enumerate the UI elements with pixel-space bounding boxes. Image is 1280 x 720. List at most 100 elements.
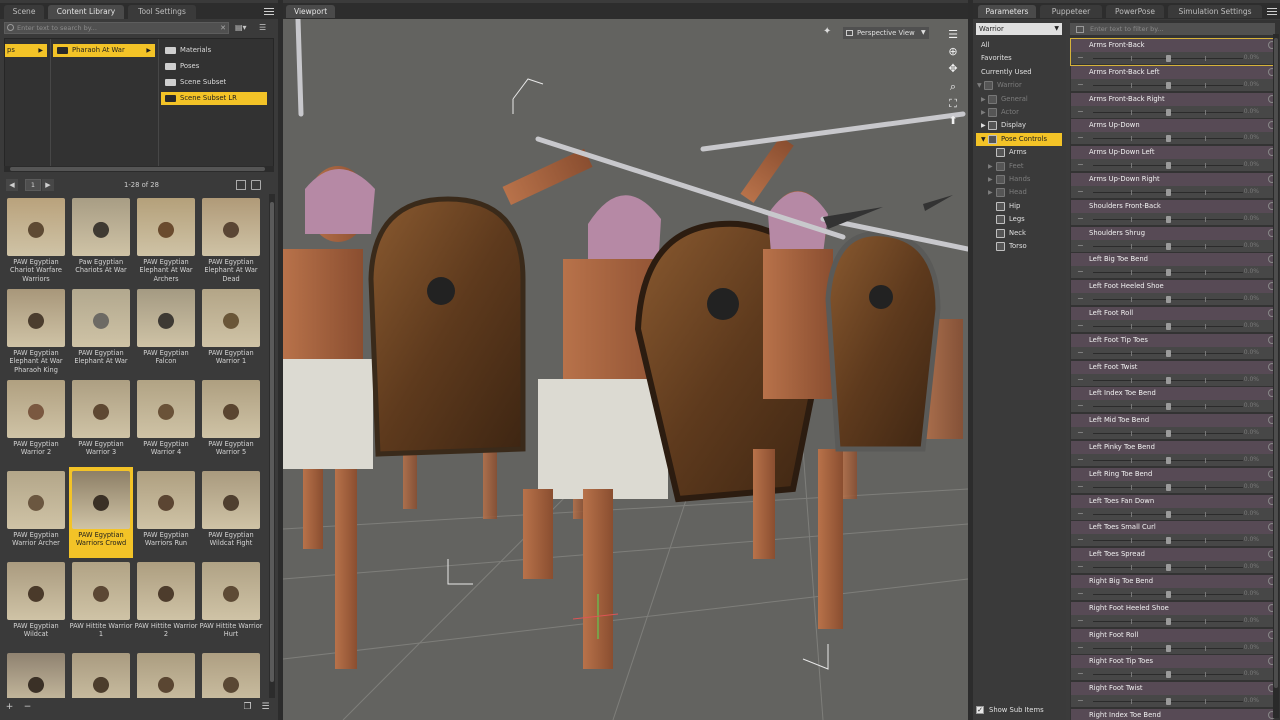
property-slider[interactable]: Right Foot Roll − 0.0% — [1071, 628, 1276, 655]
property-value[interactable]: 0.0% — [1244, 213, 1259, 225]
chevron-right-icon[interactable]: ▶ — [988, 173, 993, 186]
slider-track[interactable]: − 0.0% — [1071, 212, 1273, 225]
property-value[interactable]: 0.0% — [1244, 347, 1259, 359]
slider-track[interactable]: − 0.0% — [1071, 614, 1273, 627]
chevron-down-icon[interactable]: ▼ — [981, 133, 986, 146]
tree-item-favorites[interactable]: Favorites — [976, 52, 1062, 65]
content-item[interactable]: PAW Egyptian Warrior 3 — [69, 376, 133, 467]
pan-icon[interactable]: ✥ — [946, 62, 960, 76]
property-value[interactable]: 0.0% — [1244, 615, 1259, 627]
property-value[interactable]: 0.0% — [1244, 240, 1259, 252]
slider-knob[interactable] — [1166, 269, 1171, 277]
content-item[interactable] — [69, 649, 133, 698]
remove-icon[interactable]: − — [22, 702, 33, 713]
property-slider[interactable]: Left Foot Roll − 0.0% — [1071, 307, 1276, 333]
grid-vertical-scrollbar[interactable] — [269, 194, 275, 698]
property-slider[interactable]: Arms Front-Back Left − 0.0% — [1071, 65, 1276, 92]
decrement-icon[interactable]: − — [1077, 588, 1084, 600]
slider-knob[interactable] — [1166, 215, 1171, 223]
slider-track[interactable]: − 0.0% — [1071, 266, 1273, 279]
tree-item-head[interactable]: ▶ Head — [976, 186, 1062, 199]
content-item[interactable]: PAW Egyptian Warrior 2 — [4, 376, 68, 467]
property-value[interactable]: 0.0% — [1244, 561, 1259, 573]
tab-tool-settings[interactable]: Tool Settings — [128, 5, 196, 19]
chevron-right-icon[interactable]: ▶ — [981, 119, 986, 132]
slider-track[interactable]: − 0.0% — [1071, 159, 1273, 172]
slider-knob[interactable] — [1166, 108, 1171, 116]
next-page-icon[interactable]: ▶ — [42, 179, 54, 191]
zoom-icon[interactable]: ⌕ — [946, 80, 960, 94]
property-slider[interactable]: Left Foot Twist − 0.0% — [1071, 360, 1276, 387]
property-value[interactable]: 0.0% — [1244, 132, 1259, 144]
slider-knob[interactable] — [1166, 349, 1171, 357]
property-slider[interactable]: Right Foot Tip Toes − 0.0% — [1071, 655, 1276, 681]
property-slider[interactable]: Left Foot Heeled Shoe − 0.0% — [1071, 280, 1276, 306]
tree-node-parent[interactable]: ps ▶ — [5, 44, 47, 57]
search-input[interactable]: Enter text to search by... ✕ — [4, 22, 229, 34]
content-item[interactable] — [4, 649, 68, 698]
node-dropdown[interactable]: Warrior ▼ — [976, 23, 1062, 35]
content-item[interactable]: PAW Egyptian Wildcat — [4, 558, 68, 649]
property-slider[interactable]: Arms Up-Down Right − 0.0% — [1071, 173, 1276, 199]
slider-track[interactable]: − 0.0% — [1071, 132, 1273, 145]
content-item[interactable]: PAW Egyptian Elephant At War Dead — [199, 194, 263, 285]
decrement-icon[interactable]: − — [1077, 106, 1084, 118]
property-slider[interactable]: Left Toes Small Curl − 0.0% — [1071, 521, 1276, 547]
decrement-icon[interactable]: − — [1077, 240, 1084, 252]
reset-camera-icon[interactable]: ⬆ — [946, 114, 960, 128]
tab-viewport[interactable]: Viewport — [286, 5, 336, 18]
tree-item-torso[interactable]: Torso — [976, 240, 1062, 253]
slider-track[interactable]: − 0.0% — [1071, 78, 1273, 91]
tree-item-neck[interactable]: Neck — [976, 227, 1062, 240]
show-sub-items-checkbox[interactable]: ✓ Show Sub Items — [976, 704, 1044, 716]
tree-node-scene-subset-lr[interactable]: Scene Subset LR — [161, 92, 267, 105]
content-item[interactable]: PAW Hittite Warrior 2 — [134, 558, 198, 649]
property-value[interactable]: 0.0% — [1244, 374, 1259, 386]
property-slider[interactable]: Right Big Toe Bend − 0.0% — [1071, 575, 1276, 601]
slider-track[interactable]: − 0.0% — [1071, 454, 1273, 466]
decrement-icon[interactable]: − — [1077, 561, 1084, 573]
content-item[interactable]: PAW Egyptian Warriors Run — [134, 467, 198, 558]
content-item[interactable]: PAW Egyptian Warrior Archer — [4, 467, 68, 558]
content-item[interactable]: PAW Hittite Warrior Hurt — [199, 558, 263, 649]
property-value[interactable]: 0.0% — [1244, 454, 1259, 466]
tree-item-legs[interactable]: Legs — [976, 213, 1062, 226]
prev-page-icon[interactable]: ◀ — [6, 179, 18, 191]
slider-knob[interactable] — [1166, 671, 1171, 679]
slider-track[interactable]: − 0.0% — [1071, 534, 1273, 547]
sort-icon[interactable] — [236, 180, 246, 190]
slider-track[interactable]: − 0.0% — [1071, 105, 1273, 118]
decrement-icon[interactable]: − — [1077, 186, 1084, 198]
decrement-icon[interactable]: − — [1077, 347, 1084, 359]
property-slider[interactable]: Left Ring Toe Bend − 0.0% — [1071, 467, 1276, 494]
property-value[interactable]: 0.0% — [1244, 534, 1259, 546]
tab-scene[interactable]: Scene — [4, 5, 44, 19]
decrement-icon[interactable]: − — [1077, 534, 1084, 546]
more-options-icon[interactable]: ☰ — [259, 22, 266, 34]
property-value[interactable]: 0.0% — [1244, 400, 1259, 412]
property-value[interactable]: 0.0% — [1244, 186, 1259, 198]
property-value[interactable]: 0.0% — [1244, 159, 1259, 171]
decrement-icon[interactable]: − — [1077, 400, 1084, 412]
content-item[interactable]: PAW Egyptian Elephant At War Pharaoh Kin… — [4, 285, 68, 376]
content-item[interactable]: PAW Egyptian Chariot Warfare Warriors — [4, 194, 68, 285]
property-value[interactable]: 0.0% — [1244, 588, 1259, 600]
add-icon[interactable]: + — [4, 702, 15, 713]
decrement-icon[interactable]: − — [1077, 266, 1084, 278]
property-slider[interactable]: Arms Up-Down Left − 0.0% — [1071, 146, 1276, 172]
tree-node-scene-subset[interactable]: Scene Subset — [161, 76, 267, 89]
slider-track[interactable]: − 0.0% — [1071, 400, 1273, 413]
slider-knob[interactable] — [1166, 162, 1171, 170]
copy-icon[interactable]: ❐ — [242, 702, 253, 713]
property-value[interactable]: 0.0% — [1244, 293, 1259, 305]
slider-knob[interactable] — [1166, 591, 1171, 598]
chevron-right-icon[interactable]: ▶ — [981, 93, 986, 106]
slider-track[interactable]: − 0.0% — [1071, 507, 1273, 520]
property-value[interactable]: 0.0% — [1244, 668, 1259, 680]
slider-track[interactable]: − 0.0% — [1071, 641, 1273, 654]
tab-powerpose[interactable]: PowerPose — [1106, 5, 1164, 18]
content-item[interactable]: PAW Egyptian Elephant At War — [69, 285, 133, 376]
tab-content-library[interactable]: Content Library — [48, 5, 124, 19]
slider-track[interactable]: − 0.0% — [1071, 588, 1273, 600]
content-item[interactable]: PAW Hittite Warrior 1 — [69, 558, 133, 649]
